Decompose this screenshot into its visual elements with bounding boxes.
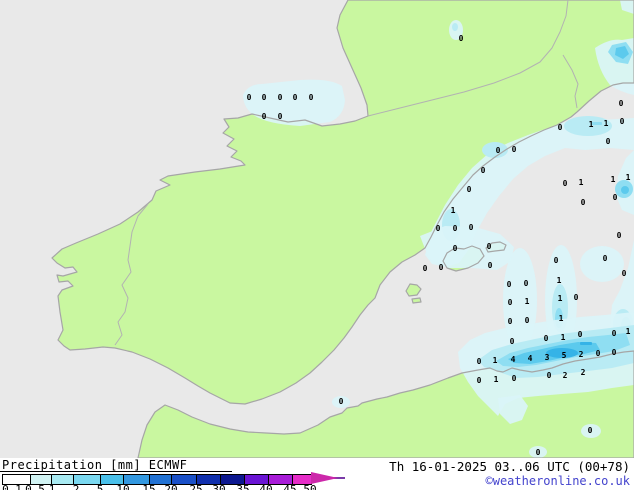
precip-value: 0 xyxy=(488,261,493,270)
precip-value: 1 xyxy=(557,276,562,285)
precip-value: 0 xyxy=(622,269,627,278)
colorbar-tick-label: 2 xyxy=(73,483,80,490)
precip-value: 0 xyxy=(617,231,622,240)
precip-value: 1 xyxy=(559,314,564,323)
copyright-text: ©weatheronline.co.uk xyxy=(486,474,631,488)
colorbar-tick-label: 15 xyxy=(142,483,155,490)
precip-value: 0 xyxy=(596,349,601,358)
precip-value: 2 xyxy=(563,371,568,380)
precip-value: 0 xyxy=(453,224,458,233)
precip-value: 4 xyxy=(511,355,516,364)
legend-title-underline: Precipitation [mm] ECMWF xyxy=(0,458,232,472)
precip-value: 1 xyxy=(493,356,498,365)
precip-value: 2 xyxy=(579,350,584,359)
precip-value: 5 xyxy=(562,351,567,360)
legend-bar: Precipitation [mm] ECMWF 0.10.5125101520… xyxy=(0,458,634,490)
precip-value: 0 xyxy=(507,280,512,289)
precip-value: 0 xyxy=(477,357,482,366)
precip-value: 0 xyxy=(525,316,530,325)
precip-value: 0 xyxy=(547,371,552,380)
colorbar-tick-label: 10 xyxy=(116,483,129,490)
precip-value: 1 xyxy=(579,178,584,187)
precip-value: 0 xyxy=(477,376,482,385)
precip-value: 0 xyxy=(278,112,283,121)
precip-value: 0 xyxy=(588,426,593,435)
weather-map-page: 0000000000110000001000011100000000000001… xyxy=(0,0,634,490)
precip-value: 0 xyxy=(613,193,618,202)
precip-value: 0 xyxy=(309,93,314,102)
precip-value: 0 xyxy=(423,264,428,273)
forecast-datetime: Th 16-01-2025 03..06 UTC (00+78) xyxy=(389,459,630,474)
precip-value: 1 xyxy=(589,120,594,129)
precip-value: 1 xyxy=(525,297,530,306)
precip-value: 0 xyxy=(512,374,517,383)
precip-value: 0 xyxy=(612,329,617,338)
colorbar-tick-label: 5 xyxy=(97,483,104,490)
precip-value: 0 xyxy=(536,448,541,457)
precip-value: 0 xyxy=(603,254,608,263)
precip-value: 0 xyxy=(510,337,515,346)
precip-value: 0 xyxy=(606,137,611,146)
precip-value: 0 xyxy=(278,93,283,102)
precip-value: 0 xyxy=(436,224,441,233)
colorbar-tick-label: 45 xyxy=(283,483,296,490)
precip-area-alboran-dash xyxy=(580,342,592,345)
precip-value: 0 xyxy=(262,112,267,121)
precip-value: 1 xyxy=(494,375,499,384)
precip-value: 1 xyxy=(604,119,609,128)
precip-area-med-ne xyxy=(580,246,624,282)
colorbar-tick-label: 1 xyxy=(49,483,56,490)
precip-value: 1 xyxy=(626,327,631,336)
legend-title: Precipitation [mm] ECMWF xyxy=(2,458,187,472)
precip-value: 2 xyxy=(581,368,586,377)
precip-value: 0 xyxy=(581,198,586,207)
precip-value: 0 xyxy=(558,123,563,132)
precip-value: 0 xyxy=(620,117,625,126)
precip-value: 0 xyxy=(508,317,513,326)
colorbar-tick-label: 30 xyxy=(212,483,225,490)
colorbar-tick-label: 50 xyxy=(303,483,316,490)
precip-value: 0 xyxy=(512,145,517,154)
precip-area-france-spot-core xyxy=(452,23,458,31)
precip-value: 0 xyxy=(339,397,344,406)
precip-value: 0 xyxy=(496,146,501,155)
colorbar-tick-label: 0.1 xyxy=(2,483,22,490)
precip-value: 0 xyxy=(293,93,298,102)
precip-value: 3 xyxy=(545,353,550,362)
precip-value: 0 xyxy=(612,348,617,357)
precip-value: 0 xyxy=(487,242,492,251)
precip-value: 1 xyxy=(558,294,563,303)
precip-value: 0 xyxy=(467,185,472,194)
precip-value: 0 xyxy=(262,93,267,102)
precip-value: 0 xyxy=(453,244,458,253)
precip-area-right-mid-core2 xyxy=(621,186,629,194)
colorbar-tick-label: 35 xyxy=(236,483,249,490)
precip-value: 1 xyxy=(626,173,631,182)
precip-value: 0 xyxy=(544,334,549,343)
precip-value: 1 xyxy=(451,206,456,215)
precip-value: 0 xyxy=(619,99,624,108)
precip-value: 0 xyxy=(574,293,579,302)
precip-value: 0 xyxy=(469,223,474,232)
colorbar-tick-label: 40 xyxy=(259,483,272,490)
precip-value: 1 xyxy=(561,333,566,342)
precip-value: 0 xyxy=(524,279,529,288)
precip-value: 0 xyxy=(554,256,559,265)
map-canvas: 0000000000110000001000011100000000000001… xyxy=(0,0,634,458)
colorbar-tick-label: 20 xyxy=(164,483,177,490)
colorbar-tick-label: 0.5 xyxy=(25,483,45,490)
precip-value: 0 xyxy=(508,298,513,307)
precip-value: 0 xyxy=(563,179,568,188)
precip-value: 4 xyxy=(528,354,533,363)
precip-value: 0 xyxy=(481,166,486,175)
colorbar-overflow-arrow xyxy=(311,472,351,484)
precip-value: 0 xyxy=(459,34,464,43)
precip-value: 1 xyxy=(611,175,616,184)
precip-value: 0 xyxy=(578,330,583,339)
colorbar-tick-label: 25 xyxy=(189,483,202,490)
precipitation-map: 0000000000110000001000011100000000000001… xyxy=(0,0,634,458)
precip-value: 0 xyxy=(439,263,444,272)
precip-value: 0 xyxy=(247,93,252,102)
